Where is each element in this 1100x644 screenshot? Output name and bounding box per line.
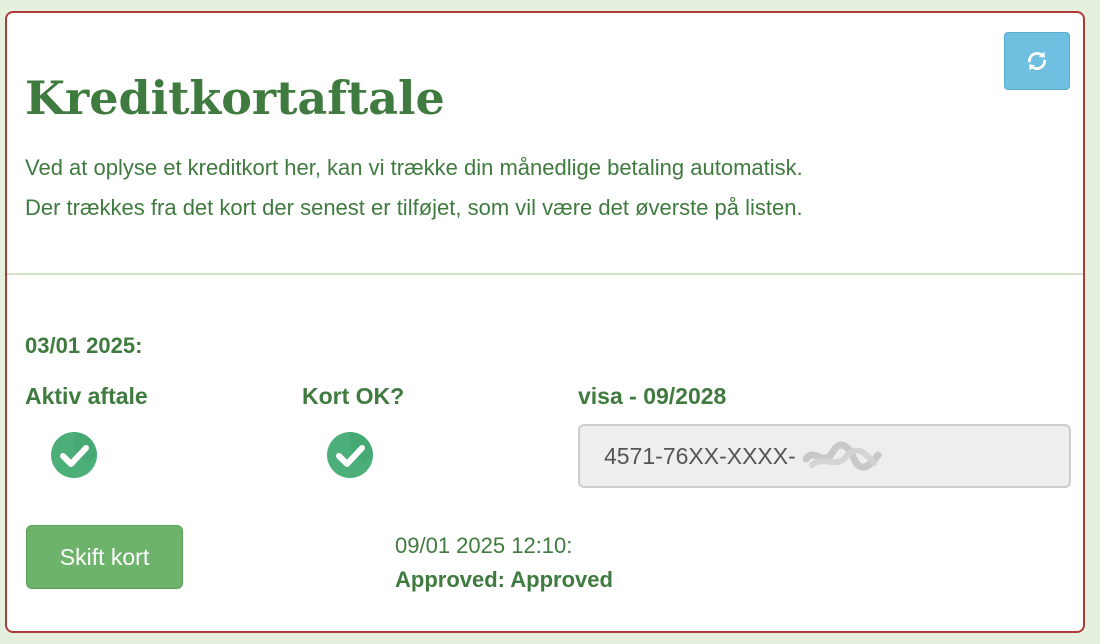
- status-result: Approved: Approved: [395, 567, 613, 592]
- card-type-expiry-label: visa - 09/2028: [578, 383, 727, 409]
- status-timestamp: 09/01 2025 12:10:: [395, 533, 573, 558]
- check-circle-icon: [327, 432, 373, 478]
- credit-card-agreement-panel: Kreditkortaftale Ved at oplyse et kredit…: [5, 11, 1085, 633]
- description-line-2: Der trækkes fra det kort der senest er t…: [25, 195, 803, 220]
- agreement-date: 03/01 2025:: [25, 333, 143, 358]
- refresh-button[interactable]: [1004, 32, 1070, 90]
- active-agreement-label: Aktiv aftale: [25, 383, 148, 409]
- description-line-1: Ved at oplyse et kreditkort her, kan vi …: [25, 155, 803, 180]
- check-circle-icon: [51, 432, 97, 478]
- redaction-scribble: [802, 441, 882, 471]
- page-title: Kreditkortaftale: [25, 71, 445, 125]
- card-ok-label: Kort OK?: [302, 383, 405, 409]
- section-divider: [7, 273, 1083, 275]
- description: Ved at oplyse et kreditkort her, kan vi …: [25, 148, 803, 228]
- change-card-button[interactable]: Skift kort: [26, 525, 183, 589]
- refresh-icon: [1028, 51, 1046, 71]
